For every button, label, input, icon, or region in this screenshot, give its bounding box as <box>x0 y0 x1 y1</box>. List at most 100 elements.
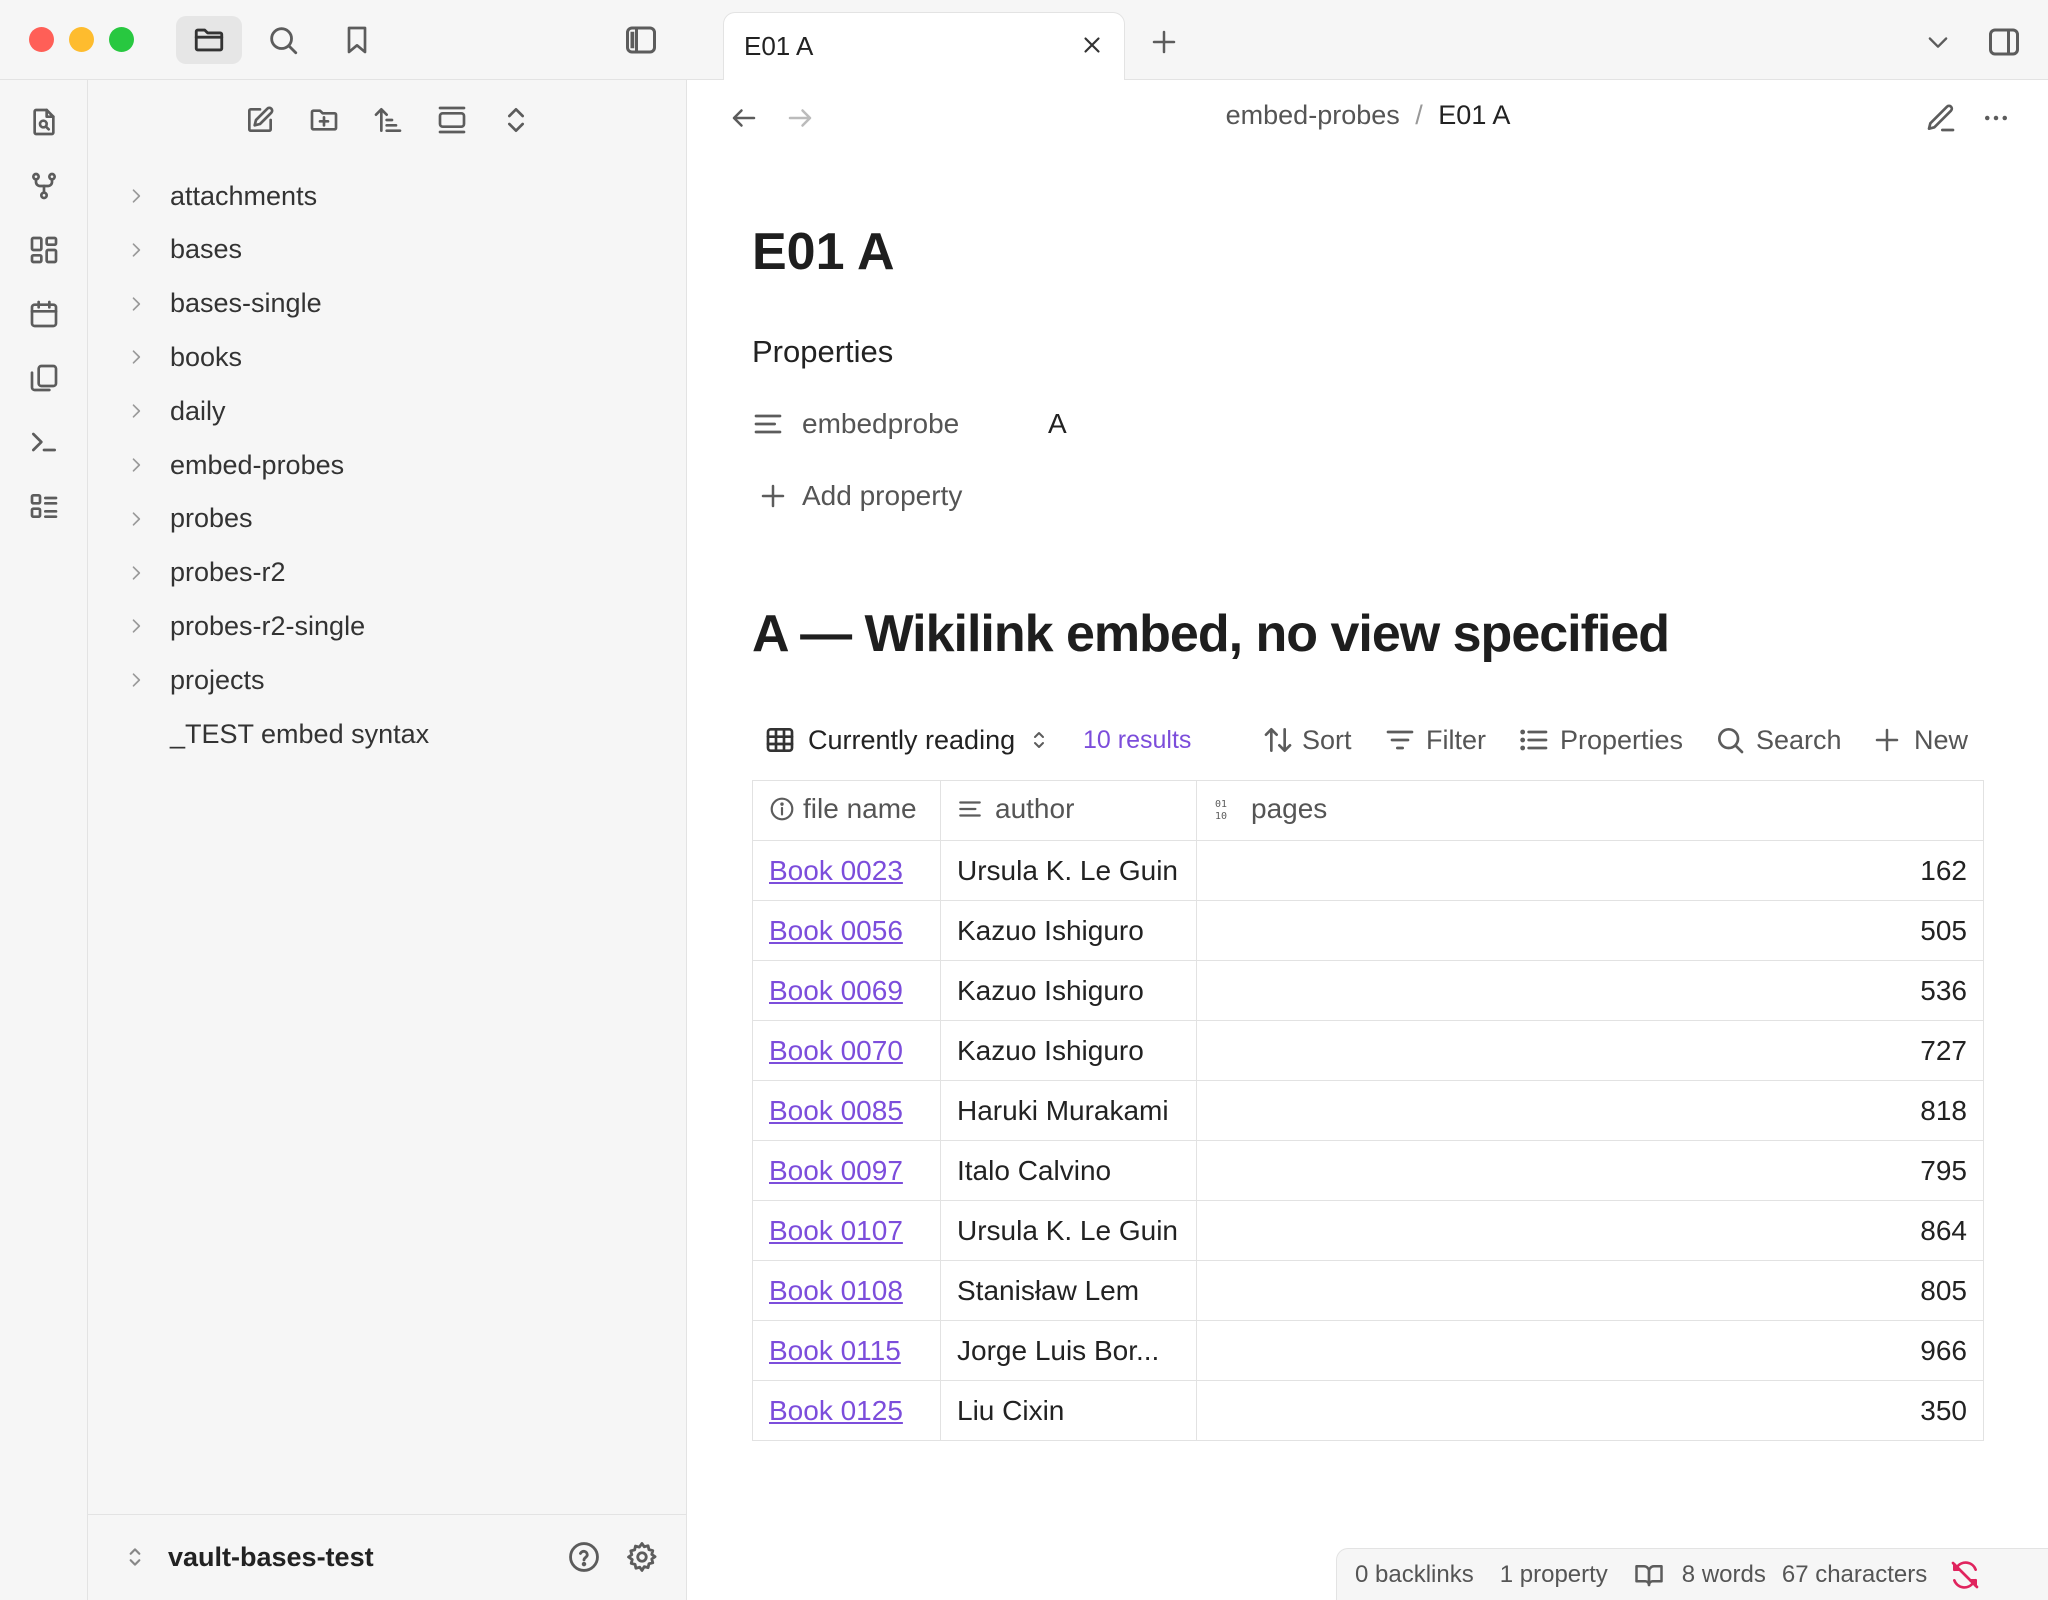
book-open-icon[interactable] <box>1634 1560 1664 1590</box>
author-cell[interactable]: Liu Cixin <box>940 1380 1197 1441</box>
filter-button[interactable]: Filter <box>1384 718 1486 762</box>
auto-reveal-file-button[interactable] <box>430 98 474 142</box>
new-item-button[interactable]: New <box>1872 718 1968 762</box>
pages-cell[interactable]: 966 <box>1196 1320 1984 1381</box>
close-tab-button[interactable] <box>1074 27 1110 63</box>
file-name-cell: Book 0070 <box>752 1020 941 1081</box>
open-canvas-button[interactable] <box>22 228 66 272</box>
search-icon <box>270 27 298 55</box>
results-count[interactable]: 10 results <box>1083 726 1191 755</box>
author-cell[interactable]: Jorge Luis Bor... <box>940 1320 1197 1381</box>
author-cell[interactable]: Italo Calvino <box>940 1140 1197 1201</box>
tab-e01-a[interactable]: E01 A <box>723 12 1125 81</box>
file-item[interactable]: _TEST embed syntax <box>124 712 429 756</box>
sync-error-icon[interactable] <box>1949 1559 1981 1591</box>
folder-item[interactable]: books <box>124 335 242 379</box>
pages-cell[interactable]: 350 <box>1196 1380 1984 1441</box>
window-close-button[interactable] <box>29 27 54 52</box>
file-link[interactable]: Book 0115 <box>769 1335 901 1366</box>
folder-item[interactable]: projects <box>124 658 265 702</box>
insert-template-button[interactable] <box>22 356 66 400</box>
open-bases-button[interactable] <box>22 484 66 528</box>
pages-cell[interactable]: 795 <box>1196 1140 1984 1201</box>
properties-heading[interactable]: Properties <box>752 334 893 370</box>
pages-cell[interactable]: 818 <box>1196 1080 1984 1141</box>
file-link[interactable]: Book 0107 <box>769 1215 903 1246</box>
settings-button[interactable] <box>620 1535 664 1579</box>
open-daily-note-button[interactable] <box>22 292 66 336</box>
file-link[interactable]: Book 0023 <box>769 855 903 886</box>
column-header-file-name[interactable]: file name <box>752 780 941 841</box>
expand-all-button[interactable] <box>494 98 538 142</box>
base-table: file name author 01 10 pages Book 0023 Urs… <box>752 780 1984 1441</box>
help-button[interactable] <box>562 1535 606 1579</box>
pages-cell[interactable]: 505 <box>1196 900 1984 961</box>
vault-switcher[interactable]: vault-bases-test <box>122 1535 374 1579</box>
add-property-button[interactable]: Add property <box>758 474 962 518</box>
new-tab-button[interactable] <box>1142 20 1186 64</box>
folder-item[interactable]: probes-r2-single <box>124 604 365 648</box>
author-cell[interactable]: Stanisław Lem <box>940 1260 1197 1321</box>
window-maximize-button[interactable] <box>109 27 134 52</box>
pages-cell[interactable]: 162 <box>1196 840 1984 901</box>
help-circle-icon <box>569 1542 599 1572</box>
file-link[interactable]: Book 0070 <box>769 1035 903 1066</box>
window-minimize-button[interactable] <box>69 27 94 52</box>
properties-button[interactable]: Properties <box>1518 718 1683 762</box>
folder-item[interactable]: attachments <box>124 174 317 218</box>
property-value[interactable]: A <box>1048 408 1067 440</box>
breadcrumb-file[interactable]: E01 A <box>1438 100 1510 130</box>
folder-item[interactable]: bases <box>124 228 242 272</box>
more-options-button[interactable] <box>1974 96 2018 140</box>
tab-strip: E01 A <box>687 0 2048 81</box>
toggle-left-sidebar-button[interactable] <box>608 16 674 64</box>
note-title[interactable]: E01 A <box>752 222 895 282</box>
toggle-right-sidebar-button[interactable] <box>1980 18 2028 66</box>
folder-item[interactable]: daily <box>124 389 226 433</box>
file-link[interactable]: Book 0108 <box>769 1275 903 1306</box>
open-quick-switcher-button[interactable] <box>22 100 66 144</box>
section-heading[interactable]: A — Wikilink embed, no view specified <box>752 604 1670 664</box>
file-link[interactable]: Book 0069 <box>769 975 903 1006</box>
backlinks-count[interactable]: 0 backlinks <box>1355 1561 1474 1589</box>
breadcrumb-separator: / <box>1415 100 1423 130</box>
pages-cell[interactable]: 727 <box>1196 1020 1984 1081</box>
breadcrumb-folder[interactable]: embed-probes <box>1226 100 1400 130</box>
folder-item[interactable]: embed-probes <box>124 443 344 487</box>
column-header-pages[interactable]: 01 10 pages <box>1196 780 1984 841</box>
search-button[interactable]: Search <box>1714 718 1842 762</box>
file-link[interactable]: Book 0097 <box>769 1155 903 1186</box>
folder-item[interactable]: bases-single <box>124 282 322 326</box>
file-link[interactable]: Book 0056 <box>769 915 903 946</box>
pages-cell[interactable]: 805 <box>1196 1260 1984 1321</box>
folder-item[interactable]: probes <box>124 497 253 541</box>
filter-label: Filter <box>1426 724 1486 755</box>
new-note-button[interactable] <box>238 98 282 142</box>
author-cell[interactable]: Ursula K. Le Guin <box>940 840 1197 901</box>
bookmarks-tab-button[interactable] <box>324 16 390 64</box>
pages-cell[interactable]: 864 <box>1196 1200 1984 1261</box>
open-graph-view-button[interactable] <box>22 164 66 208</box>
author-cell[interactable]: Ursula K. Le Guin <box>940 1200 1197 1261</box>
base-view-selector[interactable]: Currently reading <box>764 718 1051 762</box>
sort-button[interactable]: Sort <box>1262 718 1352 762</box>
change-sort-order-button[interactable] <box>366 98 410 142</box>
open-command-palette-button[interactable] <box>22 420 66 464</box>
file-link[interactable]: Book 0125 <box>769 1395 903 1426</box>
file-explorer-tab-button[interactable] <box>176 16 242 64</box>
column-header-author[interactable]: author <box>940 780 1197 841</box>
pages-cell[interactable]: 536 <box>1196 960 1984 1021</box>
file-link[interactable]: Book 0085 <box>769 1095 903 1126</box>
tab-list-dropdown-button[interactable] <box>1916 20 1960 64</box>
title-bar <box>0 0 687 80</box>
folder-item[interactable]: probes-r2 <box>124 551 286 595</box>
author-cell[interactable]: Kazuo Ishiguro <box>940 1020 1197 1081</box>
author-cell[interactable]: Haruki Murakami <box>940 1080 1197 1141</box>
new-folder-button[interactable] <box>302 98 346 142</box>
author-cell[interactable]: Kazuo Ishiguro <box>940 960 1197 1021</box>
property-name[interactable]: embedprobe <box>802 408 1048 440</box>
author-cell[interactable]: Kazuo Ishiguro <box>940 900 1197 961</box>
edit-mode-button[interactable] <box>1919 96 1963 140</box>
property-count[interactable]: 1 property <box>1500 1561 1608 1589</box>
search-tab-button[interactable] <box>250 16 316 64</box>
